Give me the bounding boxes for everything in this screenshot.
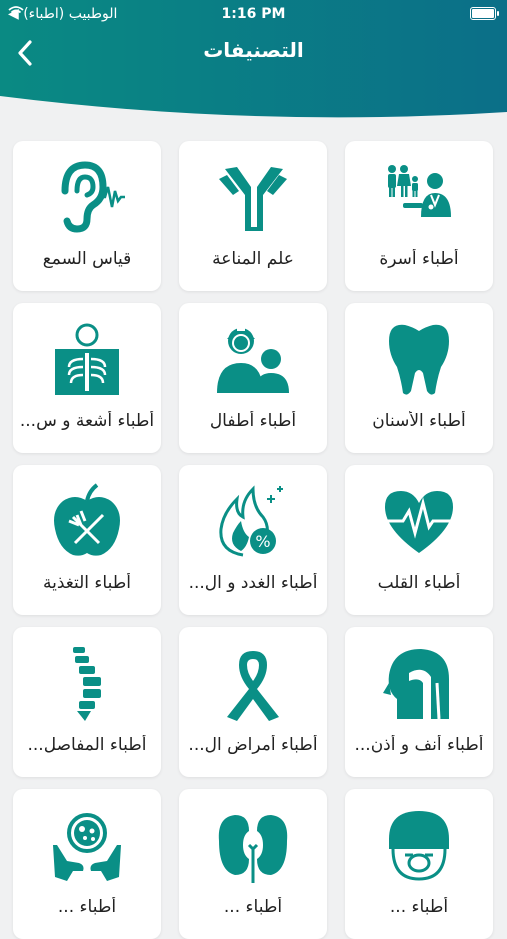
category-label: أطباء القلب	[377, 573, 461, 593]
category-label: أطباء أمراض ال...	[188, 735, 318, 755]
category-card-ent[interactable]: أطباء أنف و أذن...	[345, 627, 493, 777]
categories-grid: أطباء أسرة علم المناعة قياس السمع أطباء …	[0, 0, 507, 939]
apple-nutrition-icon	[54, 483, 120, 556]
xray-icon	[55, 323, 119, 395]
category-label: أطباء التغذية	[43, 573, 131, 593]
svg-text:%: %	[255, 532, 270, 551]
spine-icon	[73, 647, 101, 721]
heart-pulse-icon	[383, 491, 455, 553]
category-card-cardiology[interactable]: أطباء القلب	[345, 465, 493, 615]
category-label: أطباء ...	[389, 897, 449, 917]
category-label: قياس السمع	[42, 249, 132, 269]
category-card-radiology[interactable]: أطباء أشعة و س...	[13, 303, 161, 453]
category-card-immunology[interactable]: علم المناعة	[179, 141, 327, 291]
category-label: أطباء الأسنان	[372, 411, 466, 431]
category-card-anesthesia[interactable]: أطباء ...	[345, 789, 493, 939]
app-header: ◀ الوطبيب (اطباء) 1:16 PM التصنيفات	[0, 0, 507, 125]
antibody-icon	[219, 167, 287, 231]
category-card-audiology[interactable]: قياس السمع	[13, 141, 161, 291]
ear-hearing-icon	[61, 161, 125, 233]
category-label: أطباء أنف و أذن...	[354, 735, 484, 755]
category-label: أطباء ...	[57, 897, 117, 917]
ribbon-icon	[227, 651, 279, 721]
category-label: أطباء المفاصل...	[27, 735, 147, 755]
category-card-dentistry[interactable]: أطباء الأسنان	[345, 303, 493, 453]
pediatrics-icon	[217, 327, 289, 393]
kidneys-icon	[218, 815, 288, 883]
category-label: علم المناعة	[212, 249, 294, 269]
tooth-icon	[389, 324, 449, 395]
category-card-pathology[interactable]: أطباء ...	[13, 789, 161, 939]
category-card-endocrinology[interactable]: % أطباء الغدد و ال...	[179, 465, 327, 615]
family-doctor-icon	[388, 165, 451, 217]
category-card-pediatrics[interactable]: أطباء أطفال	[179, 303, 327, 453]
category-card-oncology[interactable]: أطباء أمراض ال...	[179, 627, 327, 777]
category-label: أطباء الغدد و ال...	[188, 573, 318, 593]
endocrine-flame-icon: %	[219, 485, 283, 557]
category-card-orthopedics[interactable]: أطباء المفاصل...	[13, 627, 161, 777]
category-label: أطباء أشعة و س...	[19, 411, 155, 431]
category-label: أطباء أسرة	[379, 249, 459, 269]
battery-icon	[470, 7, 499, 20]
status-bar: ◀ الوطبيب (اطباء) 1:16 PM	[0, 6, 507, 24]
category-label: أطباء ...	[223, 897, 283, 917]
category-card-nephrology[interactable]: أطباء ...	[179, 789, 327, 939]
category-card-nutrition[interactable]: أطباء التغذية	[13, 465, 161, 615]
status-time: 1:16 PM	[221, 6, 286, 22]
category-card-family[interactable]: أطباء أسرة	[345, 141, 493, 291]
petri-hands-icon	[53, 813, 121, 881]
category-label: أطباء أطفال	[209, 411, 297, 431]
ent-head-icon	[383, 649, 449, 720]
page-title: التصنيفات	[203, 38, 304, 62]
anesthesia-mask-icon	[389, 811, 449, 881]
